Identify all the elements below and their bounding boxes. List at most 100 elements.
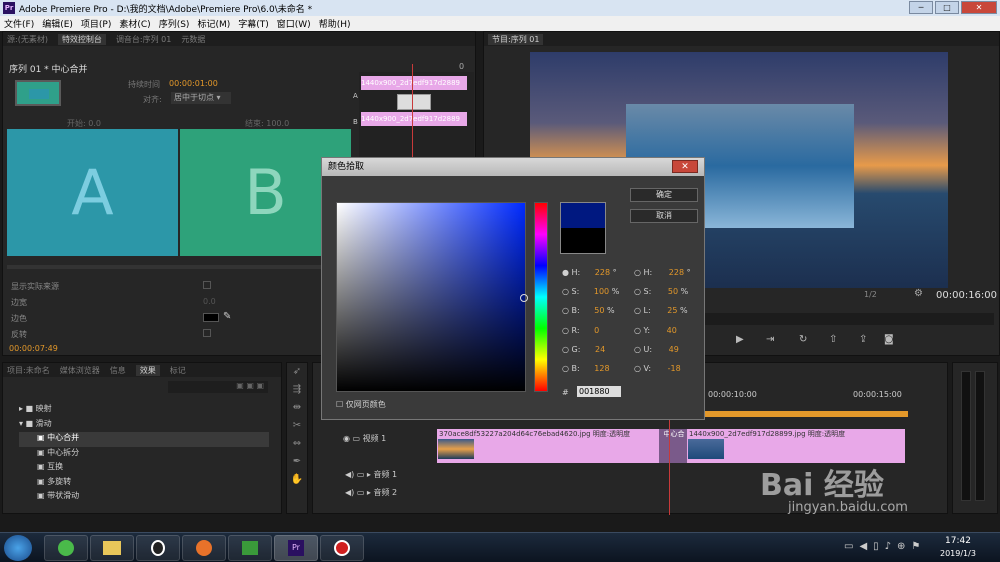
menu-window[interactable]: 窗口(W) — [273, 17, 315, 30]
border-color-swatch[interactable] — [203, 313, 219, 322]
reverse-checkbox[interactable] — [203, 329, 211, 337]
eyedropper-icon[interactable]: ✎ — [223, 311, 231, 322]
field-value[interactable]: 0 — [594, 326, 599, 335]
list-item[interactable]: ▾ ■ 滑动 — [19, 418, 269, 433]
start-button[interactable] — [4, 535, 32, 561]
select-tool-icon[interactable]: ➶ — [287, 363, 307, 381]
color-field-cursor[interactable] — [520, 294, 528, 302]
taskbar-qq-icon[interactable] — [136, 535, 180, 561]
step-forward-icon[interactable]: ⇥ — [766, 334, 774, 345]
menu-help[interactable]: 帮助(H) — [315, 17, 355, 30]
field-value[interactable]: 49 — [669, 345, 679, 354]
end-value[interactable]: 100.0 — [266, 119, 289, 128]
camera-icon[interactable]: ◙ — [884, 334, 894, 345]
menu-project[interactable]: 项目(P) — [77, 17, 115, 30]
preview-slider[interactable] — [7, 265, 351, 269]
menu-file[interactable]: 文件(F) — [0, 17, 38, 30]
menu-clip[interactable]: 素材(C) — [115, 17, 154, 30]
ecp-transition[interactable] — [397, 94, 431, 110]
taskbar-explorer-icon[interactable] — [90, 535, 134, 561]
maximize-button[interactable]: □ — [935, 1, 959, 14]
taskbar-record-icon[interactable] — [320, 535, 364, 561]
hex-input[interactable]: 001880 — [577, 386, 621, 397]
list-item[interactable]: ▸ ■ 映射 — [19, 403, 269, 418]
tab-program[interactable]: 节目:序列 01 — [488, 33, 544, 45]
extract-icon[interactable]: ⇪ — [859, 334, 867, 345]
tab-project[interactable]: 项目:未命名 — [7, 365, 50, 376]
clip-b[interactable]: 1440x900_2d7edf917d28899.jpg 明度:透明度 — [687, 429, 905, 463]
align-select[interactable]: 居中于切点 ▾ — [171, 92, 231, 104]
border-width-value[interactable]: 0.0 — [203, 297, 216, 306]
show-actual-checkbox[interactable] — [203, 281, 211, 289]
clip-a[interactable]: 370ace8df53227a204d64c76ebad4620.jpg 明度:… — [437, 429, 669, 463]
field-value[interactable]: 228 — [595, 268, 610, 277]
cancel-button[interactable]: 取消 — [630, 209, 698, 223]
play-button-icon[interactable]: ▶ — [736, 334, 744, 345]
slip-tool-icon[interactable]: ⇔ — [287, 435, 307, 453]
ok-button[interactable]: 确定 — [630, 188, 698, 202]
field-value[interactable]: 50 — [594, 306, 604, 315]
ecp-clip-b[interactable]: 1440x900_2d7edf917d2889 — [361, 112, 467, 126]
list-item-selected[interactable]: ▣ 中心合并 — [19, 432, 269, 447]
track-select-icon[interactable]: ⇶ — [287, 381, 307, 399]
close-button[interactable]: ✕ — [961, 1, 997, 14]
menu-sequence[interactable]: 序列(S) — [155, 17, 194, 30]
lift-icon[interactable]: ⇧ — [829, 334, 837, 345]
razor-tool-icon[interactable]: ✂ — [287, 417, 307, 435]
taskbar-firefox-icon[interactable] — [182, 535, 226, 561]
taskbar-camtasia-icon[interactable] — [228, 535, 272, 561]
effect-timecode[interactable]: 00:00:07:49 — [9, 344, 58, 353]
list-item[interactable]: ▣ 互换 — [19, 461, 269, 476]
field-value[interactable]: 128 — [594, 364, 609, 373]
tray-icons[interactable]: ▭◀▯♪⊕⚑ — [844, 541, 926, 552]
ripple-edit-icon[interactable]: ⇹ — [287, 399, 307, 417]
hand-tool-icon[interactable]: ✋ — [287, 471, 307, 489]
tab-info[interactable]: 信息 — [110, 365, 126, 376]
program-scrub-bar[interactable] — [684, 313, 994, 325]
search-field[interactable]: ▣ ▣ ▣ — [168, 381, 268, 393]
item-label: 中心拆分 — [47, 447, 80, 457]
item-label: 滑动 — [35, 418, 52, 428]
clock-time[interactable]: 17:42 — [945, 536, 971, 546]
color-field[interactable] — [336, 202, 528, 392]
item-label: 多旋转 — [47, 476, 72, 486]
dialog-close-button[interactable]: ✕ — [672, 160, 698, 173]
taskbar-premiere-icon[interactable]: Pr — [274, 535, 318, 561]
list-item[interactable]: ▣ 带状滑动 — [19, 490, 269, 505]
track-label: 音频 2 — [373, 488, 398, 497]
list-item[interactable]: ▣ 中心拆分 — [19, 447, 269, 462]
tab-source[interactable]: 源:(无素材) — [7, 34, 48, 45]
pen-tool-icon[interactable]: ✒ — [287, 453, 307, 471]
minimize-button[interactable]: ─ — [909, 1, 933, 14]
tab-audio-mixer[interactable]: 调音台:序列 01 — [116, 34, 171, 45]
field-value[interactable]: 50 — [668, 287, 678, 296]
menu-title[interactable]: 字幕(T) — [234, 17, 273, 30]
transition-marker[interactable]: 中心合 — [659, 429, 689, 463]
duration-value[interactable]: 00:00:01:00 — [169, 79, 218, 88]
tab-metadata[interactable]: 元数据 — [181, 34, 205, 45]
tab-media-browser[interactable]: 媒体浏览器 — [60, 365, 100, 376]
tab-markers[interactable]: 标记 — [170, 365, 186, 376]
clock-date[interactable]: 2019/1/3 — [940, 549, 976, 558]
field-value[interactable]: 228 — [669, 268, 684, 277]
field-value[interactable]: 25 — [667, 306, 677, 315]
tab-effects[interactable]: 效果 — [135, 364, 160, 376]
web-only-option[interactable]: ☐ 仅网页颜色 — [336, 399, 386, 410]
list-item[interactable]: ▣ 多旋转 — [19, 476, 269, 491]
start-value[interactable]: 0.0 — [88, 119, 101, 128]
tab-effect-controls[interactable]: 特效控制台 — [57, 33, 106, 45]
item-label: 带状滑动 — [47, 491, 80, 500]
hue-slider[interactable] — [534, 202, 548, 392]
wrench-icon[interactable]: ⚙ — [914, 288, 923, 299]
ecp-clip-a[interactable]: 1440x900_2d7edf917d2889 — [361, 76, 467, 90]
field-value[interactable]: 24 — [595, 345, 605, 354]
field-value[interactable]: 100 — [594, 287, 609, 296]
zoom-select[interactable]: 1/2 — [864, 290, 877, 299]
field-value[interactable]: -18 — [668, 364, 681, 373]
menu-marker[interactable]: 标记(M) — [193, 17, 234, 30]
field-value[interactable]: 40 — [667, 326, 677, 335]
program-timecode[interactable]: 00:00:16:00 — [936, 290, 997, 301]
taskbar-360-icon[interactable] — [44, 535, 88, 561]
menu-edit[interactable]: 编辑(E) — [38, 17, 77, 30]
loop-icon[interactable]: ↻ — [799, 334, 807, 345]
